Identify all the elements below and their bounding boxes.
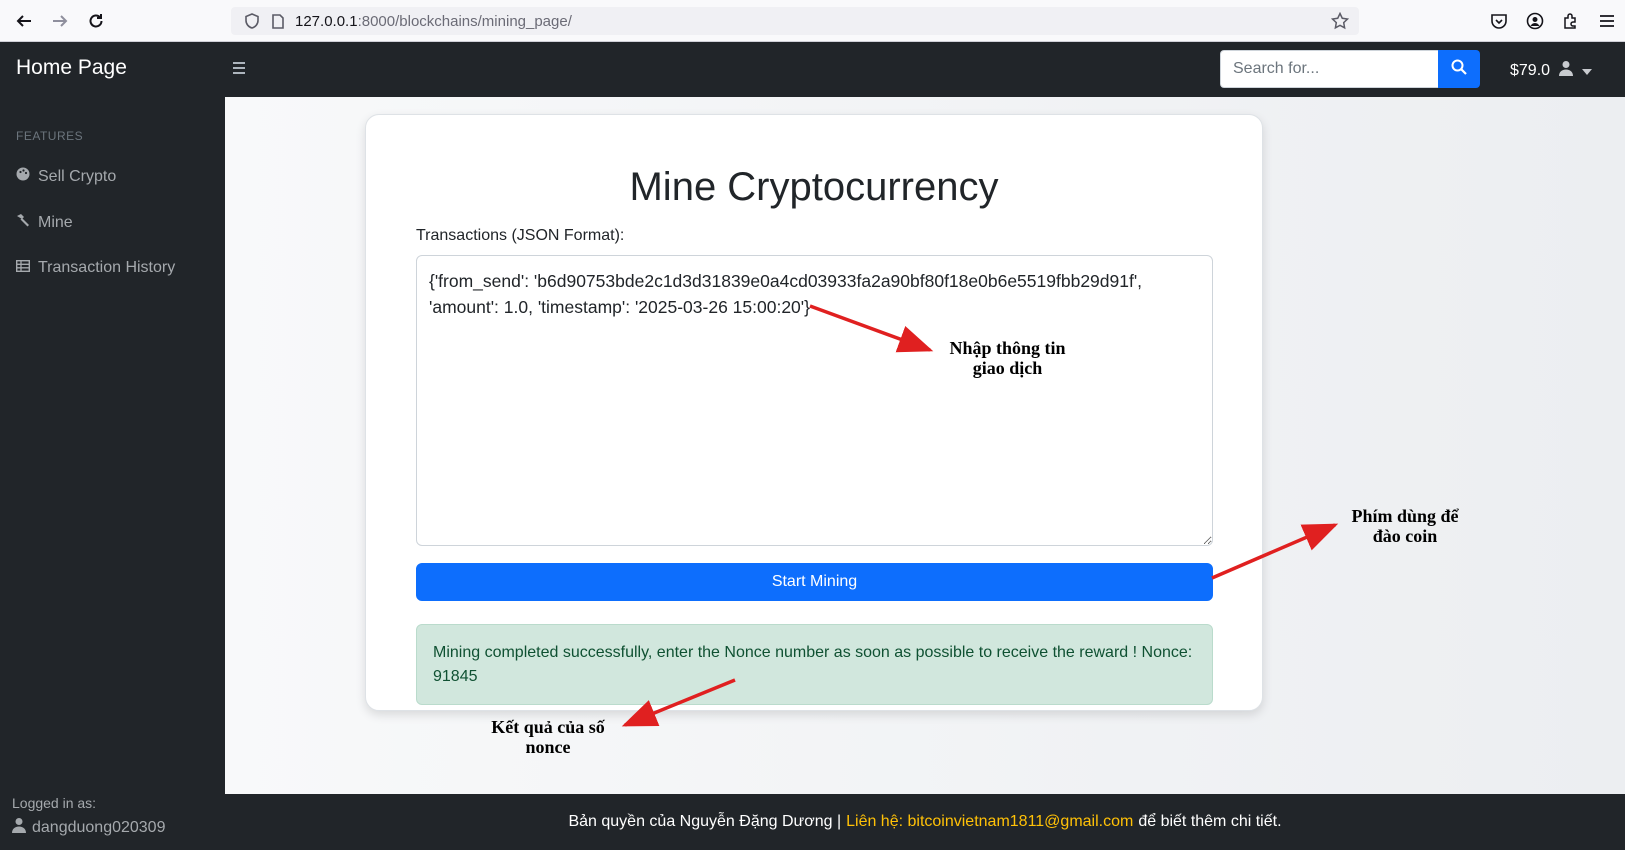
sidebar-item-transaction-history[interactable]: Transaction History — [15, 259, 176, 277]
username: dangduong020309 — [32, 818, 166, 836]
sidebar-footer: Logged in as: dangduong020309 — [12, 795, 165, 838]
footer-contact-link[interactable]: Liên hệ: bitcoinvietnam1811@gmail.com — [846, 813, 1133, 831]
annotation-line: Nhập thông tin — [949, 338, 1066, 358]
caret-down-icon — [1582, 62, 1593, 80]
page-icon — [265, 13, 291, 29]
annotation-line: Kết quả của số — [491, 717, 605, 737]
table-icon — [15, 259, 31, 277]
url-path: :8000/blockchains/mining_page/ — [357, 12, 572, 30]
annotation-line: giao dịch — [972, 358, 1043, 378]
annotation-result-note: Kết quả của số nonce — [483, 717, 613, 757]
annotation-line: nonce — [525, 737, 571, 757]
account-icon[interactable] — [1517, 0, 1553, 42]
url-text: 127.0.0.1:8000/blockchains/mining_page/ — [295, 13, 572, 30]
sidebar-heading: FEATURES — [16, 129, 84, 143]
top-navbar: Home Page $79.0 — [0, 42, 1625, 97]
user-icon — [1558, 60, 1574, 81]
search-input[interactable] — [1220, 50, 1438, 88]
hammer-icon — [16, 213, 30, 232]
annotation-button-note: Phím dùng để đào coin — [1340, 506, 1470, 546]
logged-in-label: Logged in as: — [12, 795, 97, 811]
annotation-line: Phím dùng để — [1351, 506, 1459, 526]
user-dropdown[interactable]: $79.0 — [1510, 60, 1593, 81]
footer-suffix: để biết thêm chi tiết. — [1138, 813, 1282, 830]
sidebar-item-sell-crypto[interactable]: Sell Crypto — [16, 167, 116, 186]
back-icon[interactable] — [6, 0, 42, 42]
sidebar-item-label: Mine — [38, 213, 73, 231]
transactions-textarea[interactable]: {'from_send': 'b6d90753bde2c1d3d31839e0a… — [416, 255, 1213, 546]
mining-result-alert: Mining completed successfully, enter the… — [416, 624, 1213, 705]
footer-copyright: Bản quyền của Nguyễn Đặng Dương | — [568, 813, 842, 830]
reload-icon[interactable] — [78, 0, 114, 42]
extensions-icon[interactable] — [1553, 0, 1589, 42]
start-mining-button[interactable]: Start Mining — [416, 563, 1213, 601]
shield-icon — [239, 13, 265, 29]
sidebar-item-label: Sell Crypto — [38, 167, 117, 185]
main-content: Mine Cryptocurrency Transactions (JSON F… — [225, 97, 1625, 794]
annotation-input-note: Nhập thông tin giao dịch — [935, 338, 1080, 378]
sidebar-item-mine[interactable]: Mine — [16, 213, 73, 232]
search-icon — [1451, 59, 1467, 80]
page-title: Mine Cryptocurrency — [629, 165, 999, 209]
palette-icon — [16, 167, 30, 186]
browser-toolbar: 127.0.0.1:8000/blockchains/mining_page/ — [0, 0, 1625, 42]
sidebar: FEATURES Sell Crypto Mine Transaction Hi… — [0, 97, 225, 850]
navbar-brand[interactable]: Home Page — [16, 56, 127, 80]
balance-text: $79.0 — [1510, 61, 1551, 79]
user-icon — [12, 817, 26, 838]
search-form — [1220, 50, 1480, 88]
sidebar-toggle-icon[interactable] — [232, 59, 246, 80]
bookmark-star-icon[interactable] — [1330, 11, 1350, 34]
logged-in-user: dangduong020309 — [12, 817, 165, 838]
transactions-label: Transactions (JSON Format): — [416, 227, 625, 244]
annotation-line: đào coin — [1372, 526, 1438, 546]
forward-icon[interactable] — [42, 0, 78, 42]
url-host: 127.0.0.1 — [295, 12, 358, 30]
footer: Bản quyền của Nguyễn Đặng Dương | Liên h… — [225, 794, 1625, 850]
menu-icon[interactable] — [1589, 0, 1625, 42]
mining-card: Mine Cryptocurrency Transactions (JSON F… — [365, 114, 1263, 711]
search-button[interactable] — [1438, 50, 1480, 88]
pocket-icon[interactable] — [1481, 0, 1517, 42]
address-bar[interactable]: 127.0.0.1:8000/blockchains/mining_page/ — [231, 7, 1359, 35]
sidebar-item-label: Transaction History — [38, 259, 176, 276]
